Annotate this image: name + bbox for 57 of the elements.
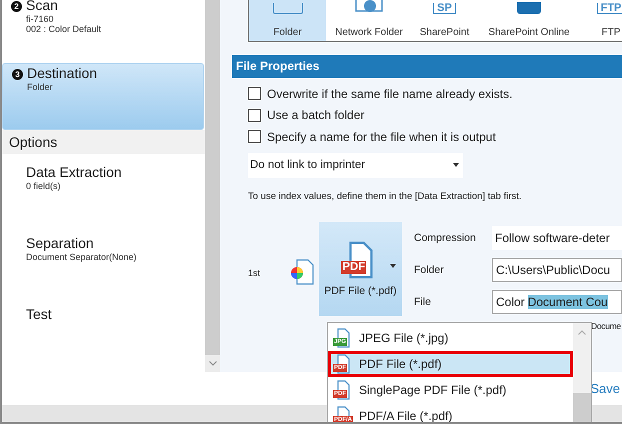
step-title: Destination	[27, 65, 98, 82]
step-item[interactable]: 2 Scan fi-7160 002 : Color Default	[2, 0, 205, 63]
option-detail: Document Separator(None)	[26, 252, 138, 262]
checkbox-label: Overwrite if the same file name already exists.	[267, 86, 512, 101]
destination-tab[interactable]: Folder	[249, 0, 326, 41]
cloud-library-icon	[514, 0, 544, 14]
field-label: Compression	[414, 230, 477, 246]
dropdown-caret-icon	[390, 264, 396, 268]
chevron-down-icon	[208, 361, 216, 366]
server-icon: FTP	[596, 0, 622, 14]
destination-label: Network Folder	[335, 27, 403, 38]
destination-tab[interactable]: Network Folder	[326, 0, 412, 41]
hint-text: To use index values, define them in the [Data Extraction] tab first.	[248, 190, 523, 202]
option-item[interactable]: Data Extraction 0 field(s)	[2, 164, 205, 235]
option-item[interactable]: Separation Document Separator(None)	[2, 235, 205, 306]
option-title: Separation	[26, 235, 95, 252]
field-label: File	[414, 294, 432, 310]
destination-tab[interactable]: SharePoint Online	[477, 0, 581, 41]
dropdown-caret-icon	[453, 163, 459, 167]
compression-dropdown[interactable]: Follow software-deter	[492, 226, 622, 250]
section-header: Options	[2, 130, 205, 154]
section-header: File Properties	[232, 55, 622, 78]
option-item[interactable]: Test	[2, 306, 205, 377]
network-folder-icon	[354, 0, 384, 14]
option-title: Test	[26, 306, 53, 323]
token-chip: Document Cou	[528, 294, 608, 308]
destination-label: SharePoint Online	[488, 27, 570, 38]
chevron-up-icon	[578, 330, 586, 334]
order-label: 1st	[247, 266, 262, 278]
step-detail: Folder	[27, 82, 54, 92]
destination-label: Folder	[273, 27, 302, 38]
step-detail: 002 : Color Default	[26, 24, 102, 34]
checkbox-label: Specify a name for the file when it is output	[267, 130, 496, 144]
destination-tab[interactable]: SP SharePoint	[412, 0, 477, 41]
scroll-down-button[interactable]	[205, 355, 220, 372]
destination-label: FTP	[602, 27, 620, 38]
scrollbar-thumb[interactable]	[205, 0, 220, 355]
step-number-badge: 3	[12, 69, 23, 80]
folder-icon	[272, 0, 302, 14]
step-title: Scan	[26, 0, 59, 14]
checkbox-label: Use a batch folder	[267, 108, 364, 122]
input-field[interactable]: C:\Users\Public\Docu	[492, 258, 622, 282]
checkbox[interactable]	[248, 108, 261, 122]
option-detail: 0 field(s)	[26, 181, 62, 191]
option-title: Data Extraction	[26, 164, 123, 181]
imprinter-dropdown[interactable]: Do not link to imprinter	[248, 152, 463, 178]
step-number-badge: 2	[11, 1, 22, 12]
checkbox[interactable]	[248, 87, 261, 100]
step-detail: fi-7160	[26, 14, 55, 24]
destination-label: SharePoint	[420, 27, 470, 38]
field-label: Folder	[414, 262, 445, 278]
scrollbar-thumb[interactable]	[573, 393, 591, 422]
file-format-button[interactable]: PDF PDF File (*.pdf)	[318, 222, 402, 316]
selected-step-item[interactable]: 3 Destination Folder	[2, 63, 204, 130]
checkbox[interactable]	[248, 130, 261, 144]
destination-tab[interactable]: FTP FTP	[581, 0, 622, 41]
input-field[interactable]: Color Document Cou	[492, 290, 622, 314]
